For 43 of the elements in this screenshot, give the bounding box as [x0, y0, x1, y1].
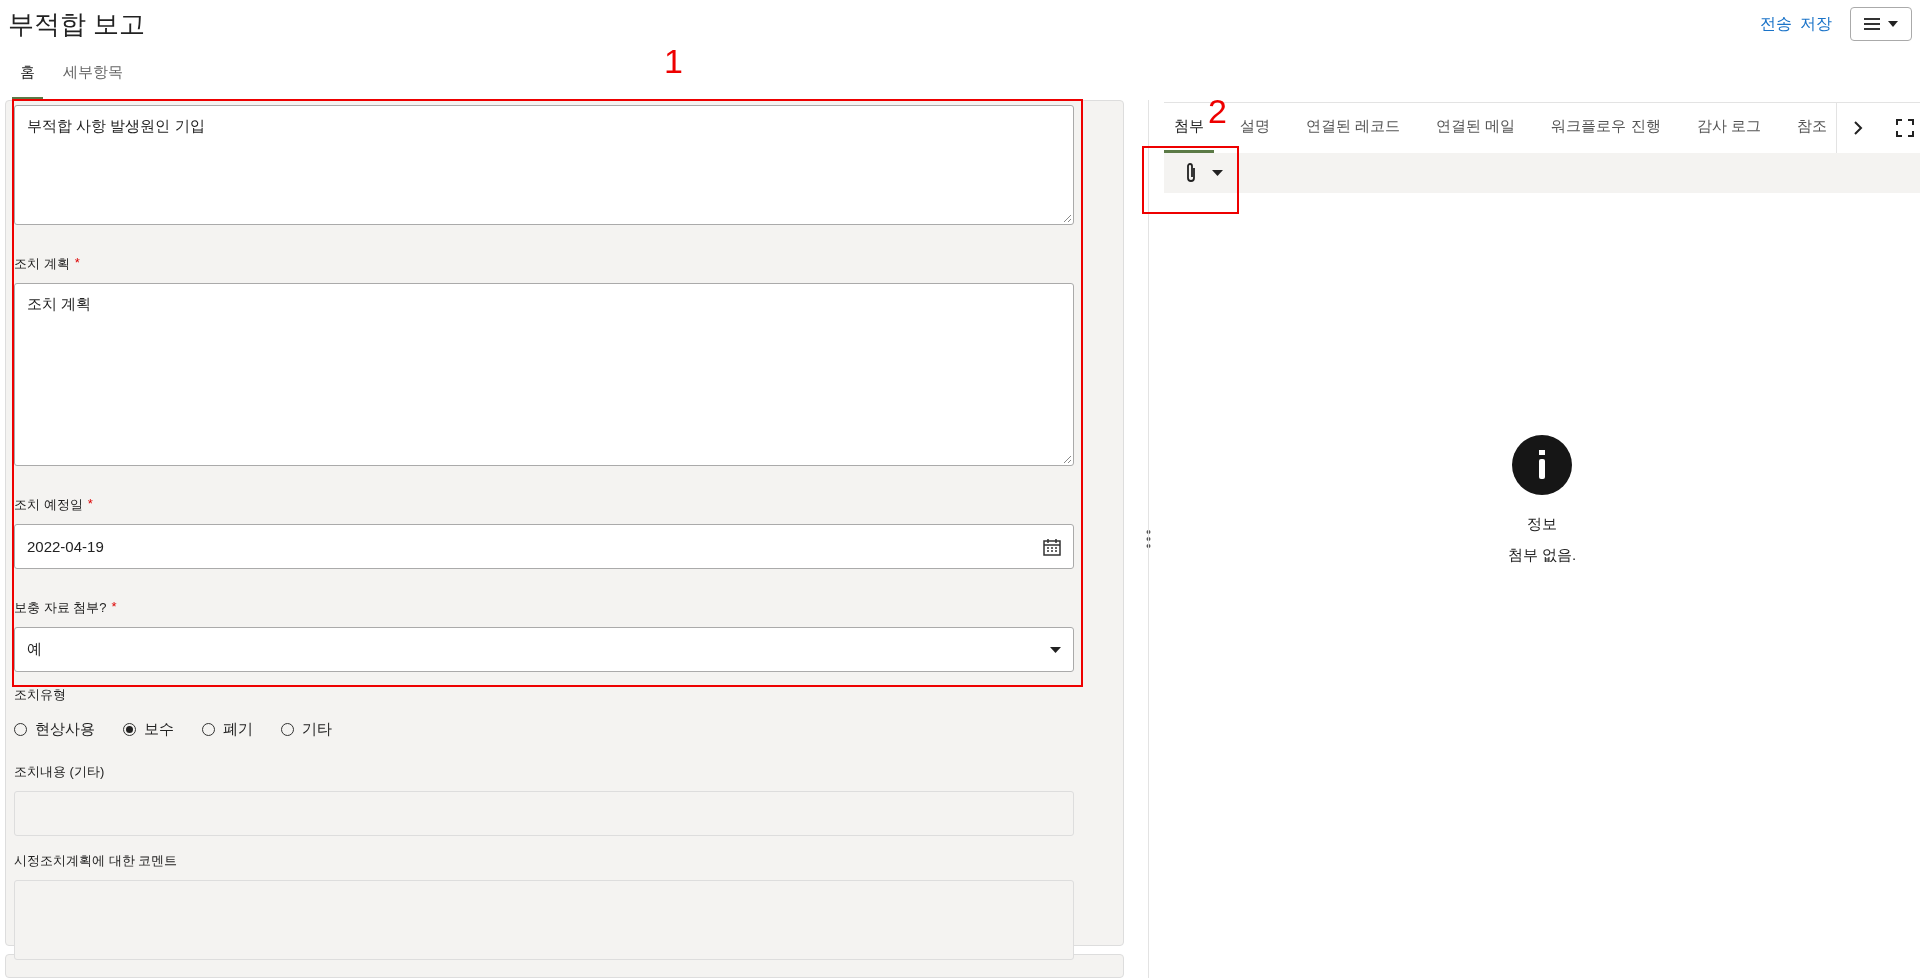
tab[interactable]: 연결된 메일 — [1426, 103, 1526, 153]
radio-option[interactable]: 폐기 — [202, 720, 253, 739]
info-icon — [1512, 435, 1572, 495]
required-mark: * — [87, 496, 93, 513]
paperclip-icon — [1184, 162, 1198, 184]
action-link[interactable]: 저장 — [1796, 13, 1836, 35]
drag-handle-icon[interactable] — [1145, 529, 1151, 549]
empty-state-title: 정보 — [1527, 515, 1557, 534]
resize-grip-icon[interactable] — [1063, 214, 1071, 222]
text-area[interactable]: 부적합 사항 발생원인 기입 — [14, 105, 1074, 225]
caret-icon — [1050, 646, 1061, 653]
radio-option[interactable]: 보수 — [123, 720, 174, 739]
tab[interactable]: 워크플로우 진행 — [1541, 103, 1671, 153]
menu-button[interactable] — [1850, 7, 1912, 41]
tab[interactable]: 참조 — [1786, 103, 1836, 153]
page-title: 부적합 보고 — [8, 7, 147, 41]
tab[interactable]: 감사 로그 — [1686, 103, 1771, 153]
tab[interactable]: 세부항목 — [55, 48, 131, 100]
dropdown[interactable]: 예 — [14, 627, 1074, 672]
field-label: 보충 자료 첨부? — [14, 599, 107, 617]
empty-state-message: 첨부 없음. — [1507, 546, 1577, 565]
calendar-icon[interactable] — [1043, 537, 1061, 556]
fullscreen-icon[interactable] — [1896, 119, 1914, 137]
tab[interactable]: 설명 — [1230, 103, 1280, 153]
text-area[interactable]: 조치 계획 — [14, 283, 1074, 466]
date-field[interactable]: 2022-04-19 — [14, 524, 1074, 569]
action-link[interactable]: 전송 — [1756, 13, 1796, 35]
chevron-right-icon — [1854, 121, 1863, 135]
radio-option[interactable]: 기타 — [281, 720, 332, 739]
field-label: 시정조치계획에 대한 코멘트 — [14, 852, 178, 870]
required-mark: * — [111, 599, 117, 616]
tab[interactable]: 연결된 레코드 — [1296, 103, 1411, 153]
resize-grip-icon[interactable] — [1063, 455, 1071, 463]
field-label: 조치내용 (기타) — [14, 763, 105, 781]
caret-icon — [1212, 170, 1223, 176]
annotation-number: 1 — [664, 44, 683, 78]
menu-icon — [1864, 18, 1880, 30]
field-label: 조치유형 — [14, 686, 66, 704]
caret-icon — [1888, 21, 1898, 27]
field-label: 조치 예정일 — [14, 496, 83, 514]
radio-option[interactable]: 현상사용 — [14, 720, 95, 739]
required-mark: * — [74, 255, 80, 272]
field-label: 조치 계획 — [14, 255, 70, 273]
